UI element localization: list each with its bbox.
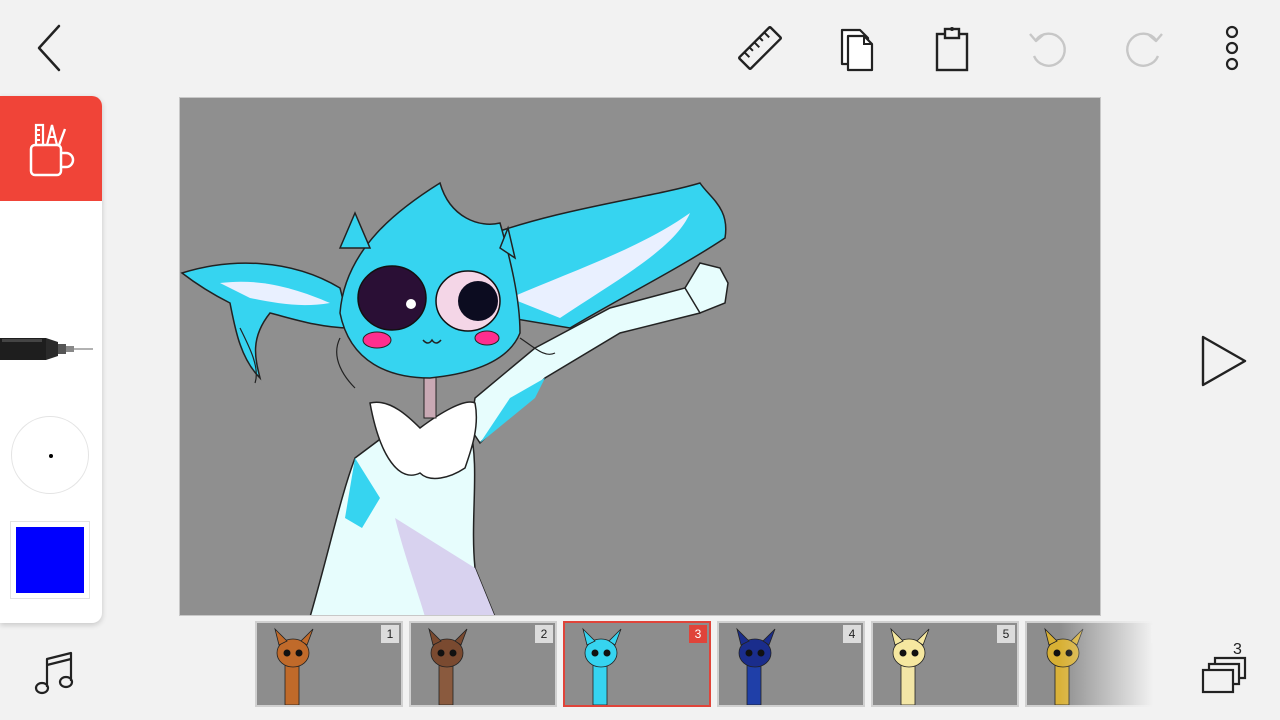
frame-thumbnail[interactable]: 5 [871, 621, 1019, 707]
music-note-icon[interactable] [30, 648, 80, 700]
brush-size-dot [49, 454, 53, 458]
frame-thumbnail[interactable]: 4 [717, 621, 865, 707]
frame-preview [1044, 627, 1084, 705]
frame-preview [890, 627, 930, 705]
frame-preview [428, 627, 468, 705]
frame-thumbnail[interactable]: 1 [255, 621, 403, 707]
pen-icon [0, 338, 93, 360]
toolbox-button[interactable] [0, 96, 102, 201]
frame-preview [582, 627, 622, 705]
frame-number: 2 [535, 625, 553, 643]
frame-number: 3 [689, 625, 707, 643]
brush-size-dial[interactable] [11, 416, 89, 494]
frame-strip: 1 2 3 4 5 6 [255, 620, 1170, 708]
clipboard-icon[interactable] [926, 22, 978, 74]
frame-thumbnail[interactable]: 6 [1025, 621, 1170, 707]
frame-number: 4 [843, 625, 861, 643]
redo-icon[interactable] [1118, 22, 1170, 74]
flipaclip-editor: 1 2 3 4 5 6 3 [0, 0, 1280, 720]
frame-number: 1 [381, 625, 399, 643]
frame-preview [736, 627, 776, 705]
frame-thumbnail[interactable]: 3 [563, 621, 711, 707]
ruler-icon[interactable] [734, 22, 786, 74]
brush-button[interactable] [0, 324, 95, 374]
pencil-cup-icon [29, 123, 75, 176]
undo-icon[interactable] [1022, 22, 1074, 74]
play-icon[interactable] [1194, 331, 1252, 391]
layer-count: 3 [1233, 641, 1242, 658]
current-color-swatch [16, 527, 84, 593]
frame-number: 5 [997, 625, 1015, 643]
frame-preview [274, 627, 314, 705]
copy-icon[interactable] [830, 22, 882, 74]
more-vertical-icon[interactable] [1212, 22, 1252, 74]
frame-thumbnail[interactable]: 2 [409, 621, 557, 707]
back-icon[interactable] [28, 22, 72, 74]
character-drawing [180, 181, 729, 615]
frame-number: 6 [1151, 625, 1169, 643]
tool-panel [0, 96, 102, 623]
drawing-canvas[interactable] [179, 97, 1101, 616]
color-picker-button[interactable] [10, 521, 90, 599]
